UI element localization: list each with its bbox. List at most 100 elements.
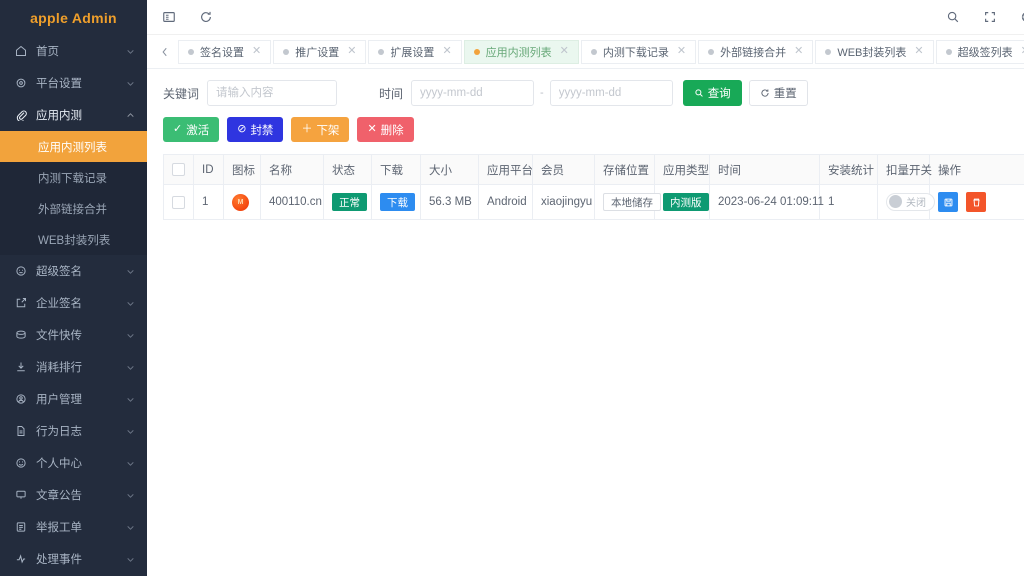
tab-label: 扩展设置 xyxy=(390,44,434,60)
table-header-row: ID 图标 名称 状态 下载 大小 应用平台 会员 存储位置 应用类型 时间 安… xyxy=(164,155,1024,185)
tab-close-icon[interactable]: ✕ xyxy=(1021,46,1024,57)
row-checkbox[interactable] xyxy=(172,196,185,209)
tab-close-icon[interactable]: ✕ xyxy=(347,46,356,57)
sidebar-item-enterprise-sign[interactable]: 企业签名 xyxy=(0,287,147,319)
prohibit-icon: ⊘ xyxy=(237,124,246,135)
ban-button-label: 封禁 xyxy=(250,122,273,138)
check-icon: ✓ xyxy=(173,124,182,135)
tab-extension-settings[interactable]: 扩展设置 ✕ xyxy=(368,40,461,64)
user-circle-icon xyxy=(14,392,28,406)
chevron-down-icon xyxy=(125,458,135,468)
smiley-icon xyxy=(14,456,28,470)
sidebar-item-label: 消耗排行 xyxy=(36,359,125,375)
select-all-checkbox[interactable] xyxy=(172,163,185,176)
sidebar-item-personal-center[interactable]: 个人中心 xyxy=(0,447,147,479)
date-start-input[interactable] xyxy=(411,80,534,106)
tab-close-icon[interactable]: ✕ xyxy=(560,46,569,57)
tab-app-beta-list[interactable]: 应用内测列表 ✕ xyxy=(464,40,579,64)
sidebar-submenu-app-beta: 应用内测列表 内测下载记录 外部链接合并 WEB封装列表 xyxy=(0,131,147,255)
col-size: 大小 xyxy=(421,155,479,185)
storage-badge: 本地储存 xyxy=(603,193,661,211)
sidebar-item-label: 文章公告 xyxy=(36,487,125,503)
cell-size: 56.3 MB xyxy=(421,185,479,220)
tab-bar: 签名设置 ✕ 推广设置 ✕ 扩展设置 ✕ 应用内测列表 ✕ xyxy=(147,35,1024,69)
search-button[interactable]: 查询 xyxy=(683,80,742,106)
brand-logo: apple Admin xyxy=(0,0,147,35)
tab-label: 应用内测列表 xyxy=(486,44,552,60)
sidebar-item-articles-notices[interactable]: 文章公告 xyxy=(0,479,147,511)
tab-close-icon[interactable]: ✕ xyxy=(914,46,923,57)
table-head: ID 图标 名称 状态 下载 大小 应用平台 会员 存储位置 应用类型 时间 安… xyxy=(164,155,1024,185)
tab-close-icon[interactable]: ✕ xyxy=(677,46,686,57)
sidebar-item-file-transfer[interactable]: 文件快传 xyxy=(0,319,147,351)
sidebar-subitem-beta-download-log[interactable]: 内测下载记录 xyxy=(0,162,147,193)
tab-external-link-merge[interactable]: 外部链接合并 ✕ xyxy=(698,40,813,64)
menu-collapse-icon[interactable] xyxy=(161,10,176,25)
sidebar-item-consumption-rank[interactable]: 消耗排行 xyxy=(0,351,147,383)
tab-close-icon[interactable]: ✕ xyxy=(252,46,261,57)
chevron-down-icon xyxy=(125,394,135,404)
tab-web-wrap-list[interactable]: WEB封装列表 ✕ xyxy=(815,40,933,64)
table-row[interactable]: 1 M 400110.cn 正常 下载 56.3 MB Android xiao… xyxy=(164,185,1024,220)
reset-button-label: 重置 xyxy=(774,85,797,101)
deduction-toggle[interactable]: 关闭 xyxy=(886,193,935,211)
col-platform: 应用平台 xyxy=(479,155,533,185)
tab-close-icon[interactable]: ✕ xyxy=(794,46,803,57)
sidebar-item-super-sign[interactable]: 超级签名 xyxy=(0,255,147,287)
edit-row-button[interactable] xyxy=(938,192,958,212)
home-icon xyxy=(14,44,28,58)
sidebar-item-home[interactable]: 首页 xyxy=(0,35,147,67)
sidebar-item-label: 企业签名 xyxy=(36,295,125,311)
activate-button[interactable]: ✓ 激活 xyxy=(163,117,219,142)
chevron-down-icon xyxy=(125,554,135,564)
date-end-input[interactable] xyxy=(550,80,673,106)
bulk-action-bar: ✓ 激活 ⊘ 封禁 ＋ 下架 ✕ 删除 xyxy=(147,117,1024,154)
col-time: 时间 xyxy=(710,155,820,185)
table-container: ID 图标 名称 状态 下载 大小 应用平台 会员 存储位置 应用类型 时间 安… xyxy=(147,154,1024,220)
delete-row-button[interactable] xyxy=(966,192,986,212)
cell-deduction-switch: 关闭 xyxy=(878,185,930,220)
activate-button-label: 激活 xyxy=(186,122,209,138)
cell-platform: Android xyxy=(479,185,533,220)
sidebar-item-app-beta[interactable]: 应用内测 xyxy=(0,99,147,131)
unpublish-button[interactable]: ＋ 下架 xyxy=(291,117,349,142)
tab-promotion-settings[interactable]: 推广设置 ✕ xyxy=(273,40,366,64)
tab-beta-download-log[interactable]: 内测下载记录 ✕ xyxy=(581,40,696,64)
sidebar-subitem-web-wrap-list[interactable]: WEB封装列表 xyxy=(0,224,147,255)
download-button[interactable]: 下载 xyxy=(380,193,415,211)
sidebar-item-label: 平台设置 xyxy=(36,75,125,91)
sidebar-item-report-tickets[interactable]: 举报工单 xyxy=(0,511,147,543)
chevron-up-icon xyxy=(125,110,135,120)
search-input[interactable] xyxy=(207,80,337,106)
filter-bar: 关键词 时间 - 查询 重置 xyxy=(147,69,1024,117)
box-icon xyxy=(14,328,28,342)
sidebar-item-handle-events[interactable]: 处理事件 xyxy=(0,543,147,575)
sidebar-item-label: 用户管理 xyxy=(36,391,125,407)
tab-super-sign-list[interactable]: 超级签列表 ✕ xyxy=(936,40,1024,64)
tab-scroll-left-button[interactable] xyxy=(153,35,177,69)
sidebar-subitem-app-beta-list[interactable]: 应用内测列表 xyxy=(0,131,147,162)
ban-button[interactable]: ⊘ 封禁 xyxy=(227,117,283,142)
language-globe-icon[interactable] xyxy=(1020,10,1024,25)
sidebar-subitem-external-link-merge[interactable]: 外部链接合并 xyxy=(0,193,147,224)
monitor-icon xyxy=(14,488,28,502)
search-icon[interactable] xyxy=(946,10,961,25)
refresh-icon[interactable] xyxy=(198,10,213,25)
sidebar-item-platform-settings[interactable]: 平台设置 xyxy=(0,67,147,99)
sidebar-subitem-label: WEB封装列表 xyxy=(38,232,110,248)
cell-operations xyxy=(930,185,1024,220)
sidebar-item-activity-log[interactable]: 行为日志 xyxy=(0,415,147,447)
tab-status-dot-icon xyxy=(825,49,831,55)
keyword-label: 关键词 xyxy=(163,85,199,102)
cell-icon: M xyxy=(224,185,261,220)
col-deduction-switch: 扣量开关 xyxy=(878,155,930,185)
fullscreen-icon[interactable] xyxy=(983,10,998,25)
tab-status-dot-icon xyxy=(474,49,480,55)
sidebar-item-label: 个人中心 xyxy=(36,455,125,471)
sidebar-item-user-management[interactable]: 用户管理 xyxy=(0,383,147,415)
tab-label: 签名设置 xyxy=(200,44,244,60)
reset-button[interactable]: 重置 xyxy=(749,80,808,106)
tab-close-icon[interactable]: ✕ xyxy=(442,46,451,57)
tab-sign-settings[interactable]: 签名设置 ✕ xyxy=(178,40,271,64)
delete-button[interactable]: ✕ 删除 xyxy=(357,117,413,142)
